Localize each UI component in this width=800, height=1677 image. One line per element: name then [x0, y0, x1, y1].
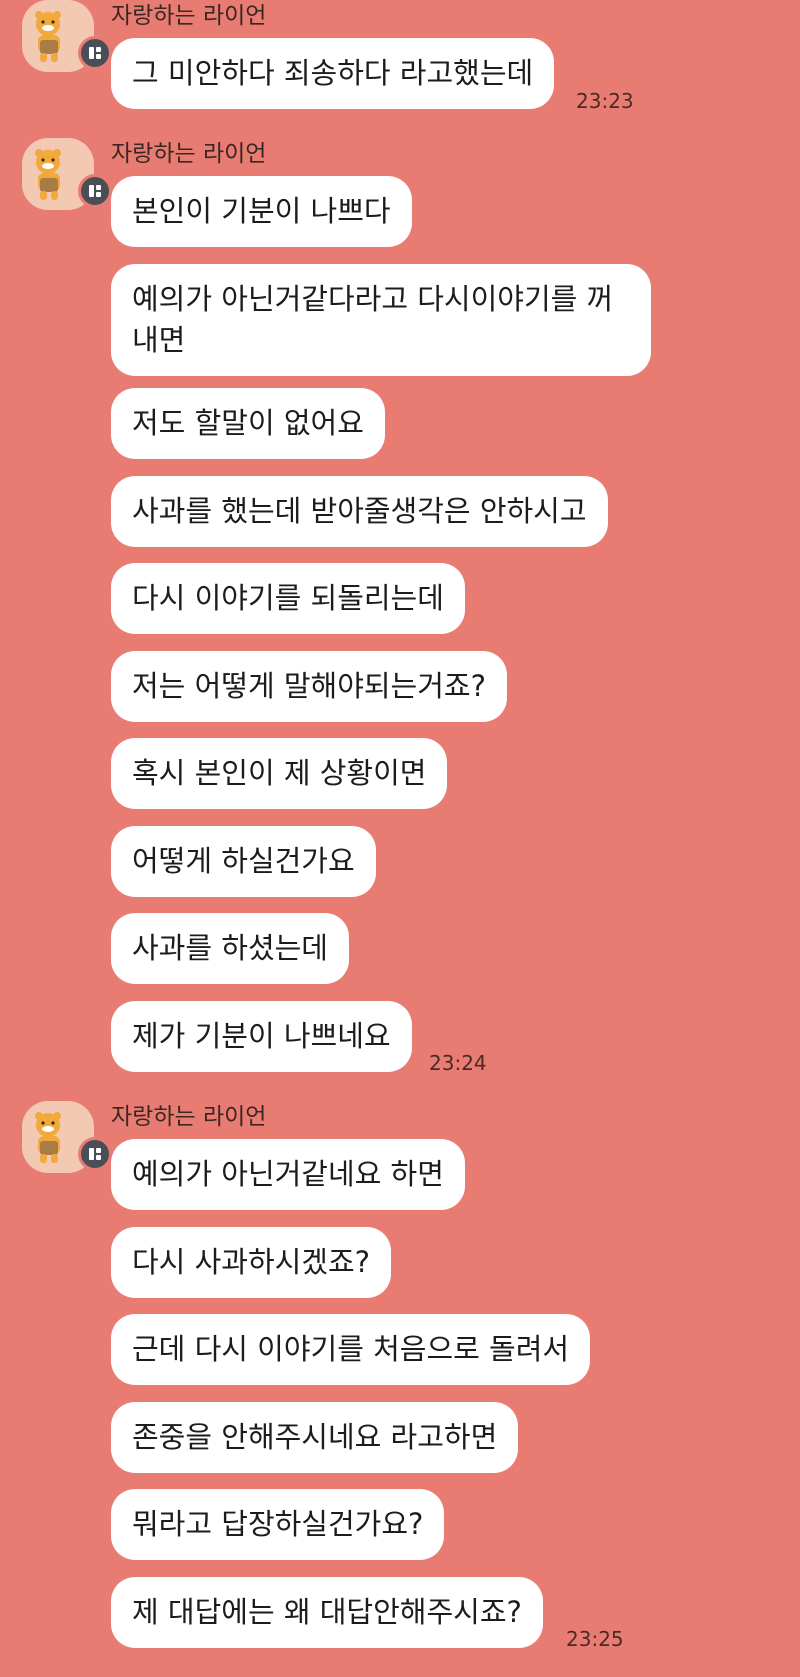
- chat-room: 자랑하는 라이언 그 미안하다 죄송하다 라고했는데 23:23 자랑하는 라이…: [0, 0, 800, 1677]
- message-bubble[interactable]: 제가 기분이 나쁘네요: [111, 1001, 412, 1072]
- message-time: 23:23: [576, 89, 634, 113]
- sender-avatar[interactable]: [22, 138, 112, 210]
- grid-badge-icon: [78, 1137, 112, 1171]
- message-bubble[interactable]: 본인이 기분이 나쁘다: [111, 176, 412, 247]
- message-bubble[interactable]: 예의가 아닌거같네요 하면: [111, 1139, 465, 1210]
- message-bubble[interactable]: 그 미안하다 죄송하다 라고했는데: [111, 38, 555, 109]
- message-bubble[interactable]: 저도 할말이 없어요: [111, 388, 385, 459]
- message-bubble[interactable]: 다시 사과하시겠죠?: [111, 1227, 392, 1298]
- message-bubble[interactable]: 제 대답에는 왜 대답안해주시죠?: [111, 1577, 543, 1648]
- message-bubble[interactable]: 사과를 하셨는데: [111, 913, 349, 984]
- message-bubble[interactable]: 존중을 안해주시네요 라고하면: [111, 1402, 519, 1473]
- message-bubble[interactable]: 다시 이야기를 되돌리는데: [111, 563, 465, 634]
- message-bubble[interactable]: 사과를 했는데 받아줄생각은 안하시고: [111, 476, 608, 547]
- sender-name: 자랑하는 라이언: [111, 1104, 267, 1130]
- message-time: 23:24: [429, 1051, 487, 1075]
- message-bubble[interactable]: 혹시 본인이 제 상황이면: [111, 738, 448, 809]
- message-bubble[interactable]: 근데 다시 이야기를 처음으로 돌려서: [111, 1314, 591, 1385]
- message-bubble[interactable]: 어떻게 하실건가요: [111, 826, 376, 897]
- message-time: 23:25: [566, 1627, 624, 1651]
- sender-name: 자랑하는 라이언: [111, 3, 267, 29]
- sender-avatar[interactable]: [22, 0, 112, 72]
- sender-name: 자랑하는 라이언: [111, 141, 267, 167]
- message-bubble[interactable]: 뭐라고 답장하실건가요?: [111, 1489, 445, 1560]
- message-bubble[interactable]: 예의가 아닌거같다라고 다시이야기를 꺼내면: [111, 264, 651, 376]
- grid-badge-icon: [78, 36, 112, 70]
- sender-avatar[interactable]: [22, 1101, 112, 1173]
- grid-badge-icon: [78, 174, 112, 208]
- message-bubble[interactable]: 저는 어떻게 말해야되는거죠?: [111, 651, 507, 722]
